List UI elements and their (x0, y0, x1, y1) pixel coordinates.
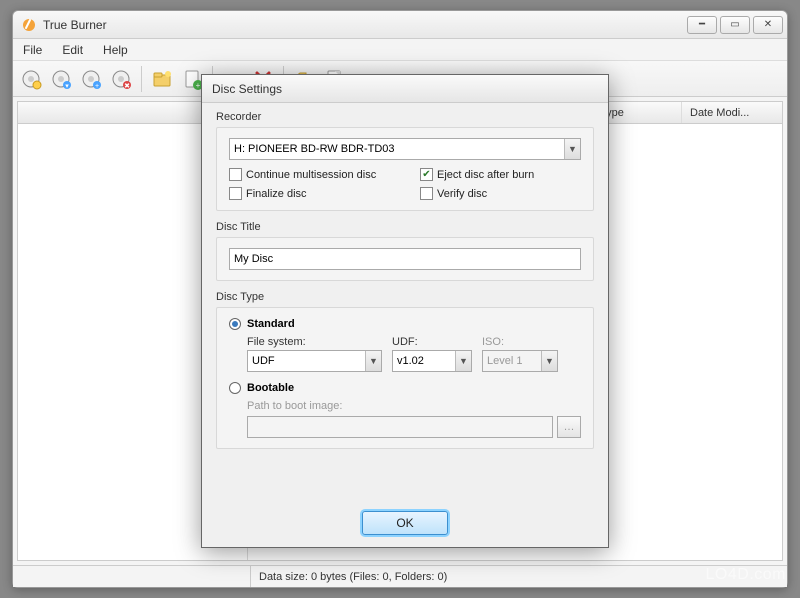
titlebar: True Burner ━ ▭ ✕ (13, 11, 787, 39)
checkbox-icon (420, 187, 433, 200)
toolbar-add-disc[interactable]: ▾ (47, 65, 75, 93)
checkbox-icon (229, 187, 242, 200)
recorder-group: Recorder H: PIONEER BD-RW BDR-TD03 ▼ Con… (216, 111, 594, 211)
menubar: File Edit Help (13, 39, 787, 61)
disc-type-group: Disc Type Standard File system: UDF ▼ (216, 291, 594, 449)
toolbar-disc-settings[interactable]: ✖ (107, 65, 135, 93)
watermark: LO4D.com (706, 566, 786, 584)
checkbox-icon: ✔ (420, 168, 433, 181)
recorder-select-value: H: PIONEER BD-RW BDR-TD03 (234, 143, 395, 155)
fs-label: File system: (247, 336, 382, 348)
dialog-footer: OK (202, 499, 608, 547)
svg-text:▾: ▾ (65, 83, 69, 90)
radio-standard[interactable]: Standard (229, 318, 581, 330)
svg-text:+: + (196, 81, 201, 90)
window-title: True Burner (43, 18, 684, 32)
iso-select: Level 1 ▼ (482, 350, 558, 372)
statusbar: Data size: 0 bytes (Files: 0, Folders: 0… (13, 565, 787, 587)
browse-button: … (557, 416, 581, 438)
toolbar-new-disc[interactable] (17, 65, 45, 93)
eject-disc-check[interactable]: ✔ Eject disc after burn (420, 168, 581, 181)
fs-select[interactable]: UDF ▼ (247, 350, 382, 372)
disc-settings-dialog: Disc Settings Recorder H: PIONEER BD-RW … (201, 74, 609, 548)
radio-icon (229, 382, 241, 394)
app-icon (21, 17, 37, 33)
boot-path-input (247, 416, 553, 438)
close-button[interactable]: ✕ (753, 16, 783, 34)
iso-label: ISO: (482, 336, 558, 348)
menu-edit[interactable]: Edit (58, 41, 87, 59)
status-text: Data size: 0 bytes (Files: 0, Folders: 0… (251, 571, 447, 583)
disc-title-group: Disc Title (216, 221, 594, 281)
menu-help[interactable]: Help (99, 41, 132, 59)
menu-file[interactable]: File (19, 41, 46, 59)
disc-type-label: Disc Type (216, 291, 594, 303)
radio-icon (229, 318, 241, 330)
chevron-down-icon: ▼ (365, 351, 381, 371)
disc-title-label: Disc Title (216, 221, 594, 233)
toolbar-separator (141, 66, 142, 92)
continue-multisession-check[interactable]: Continue multisession disc (229, 168, 390, 181)
chevron-down-icon: ▼ (541, 351, 557, 371)
verify-disc-check[interactable]: Verify disc (420, 187, 581, 200)
minimize-button[interactable]: ━ (687, 16, 717, 34)
svg-text:✖: ✖ (124, 83, 130, 90)
dialog-title: Disc Settings (202, 75, 608, 103)
recorder-select[interactable]: H: PIONEER BD-RW BDR-TD03 ▼ (229, 138, 581, 160)
toolbar-import-disc[interactable]: + (77, 65, 105, 93)
chevron-down-icon: ▼ (564, 139, 580, 159)
radio-bootable[interactable]: Bootable (229, 382, 581, 394)
dialog-body: Recorder H: PIONEER BD-RW BDR-TD03 ▼ Con… (202, 103, 608, 499)
udf-label: UDF: (392, 336, 472, 348)
boot-path-label: Path to boot image: (247, 400, 581, 412)
udf-select[interactable]: v1.02 ▼ (392, 350, 472, 372)
col-date[interactable]: Date Modi... (682, 102, 782, 123)
finalize-disc-check[interactable]: Finalize disc (229, 187, 390, 200)
ok-button[interactable]: OK (362, 511, 448, 535)
disc-title-input[interactable] (229, 248, 581, 270)
svg-text:+: + (95, 83, 99, 90)
maximize-button[interactable]: ▭ (720, 16, 750, 34)
recorder-label: Recorder (216, 111, 594, 123)
chevron-down-icon: ▼ (455, 351, 471, 371)
checkbox-icon (229, 168, 242, 181)
toolbar-new-folder[interactable] (148, 65, 176, 93)
